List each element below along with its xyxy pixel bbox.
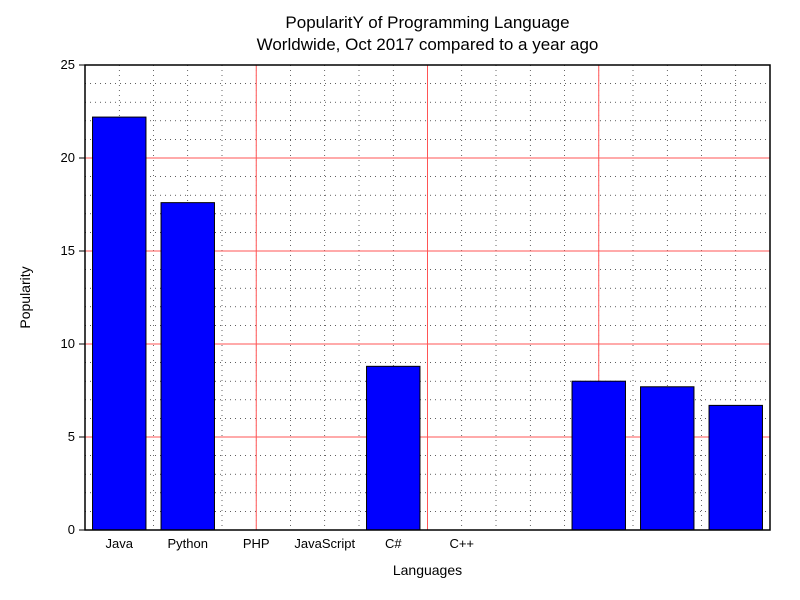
bar [367, 366, 420, 530]
bar [161, 203, 214, 530]
chart-title-line1: PopularitY of Programming Language [285, 13, 569, 32]
chart-container: PopularitY of Programming Language Worldw… [0, 0, 800, 600]
x-tick-label: PHP [243, 536, 270, 551]
bar [709, 405, 762, 530]
x-tick-label: JavaScript [294, 536, 355, 551]
y-tick-label: 0 [68, 522, 75, 537]
x-tick-label: Java [106, 536, 134, 551]
y-axis-label: Popularity [17, 266, 33, 328]
bar [572, 381, 625, 530]
y-tick-label: 5 [68, 429, 75, 444]
y-tick-label: 10 [61, 336, 75, 351]
y-tick-label: 15 [61, 243, 75, 258]
y-tick-label: 25 [61, 57, 75, 72]
x-tick-label: C++ [449, 536, 474, 551]
bar-chart: PopularitY of Programming Language Worldw… [0, 0, 800, 600]
chart-title-line2: Worldwide, Oct 2017 compared to a year a… [257, 35, 599, 54]
bar [641, 387, 694, 530]
bar [93, 117, 146, 530]
y-tick-label: 20 [61, 150, 75, 165]
x-axis-label: Languages [393, 562, 462, 578]
x-tick-label: Python [168, 536, 208, 551]
x-tick-label: C# [385, 536, 402, 551]
